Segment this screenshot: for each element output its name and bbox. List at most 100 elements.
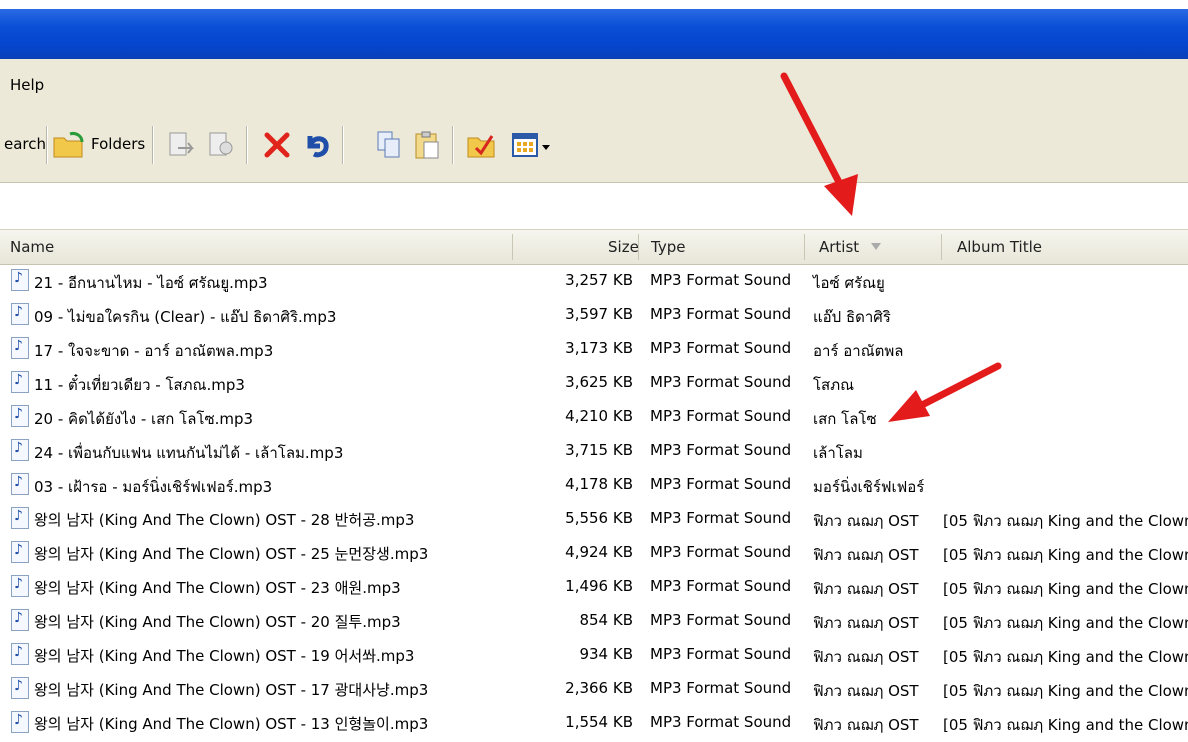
file-type: MP3 Format Sound [650,271,792,289]
file-size: 934 KB [579,645,633,663]
file-row[interactable]: 20 - คิดได้ยังไง - เสก โลโซ.mp3 4,210 KB… [0,402,1188,436]
file-row[interactable]: 03 - เฝ้ารอ - มอร์นิ่งเชิร์ฟเฟอร์.mp3 4,… [0,470,1188,504]
file-row[interactable]: 11 - ตั๋วเที่ยวเดียว - โสภณ.mp3 3,625 KB… [0,368,1188,402]
file-artist: ฟิภว ณฌฦ OST [813,648,919,666]
file-size: 2,366 KB [565,679,633,697]
file-album: [05 ฟิภว ณฌฦ King and the Clown] [943,682,1188,700]
toolbar-separator [152,126,154,164]
undo-icon[interactable] [302,130,332,160]
audio-file-icon [11,303,29,325]
views-icon[interactable] [510,130,540,160]
file-type: MP3 Format Sound [650,577,792,595]
file-row[interactable]: 왕의 남자 (King And The Clown) OST - 19 어서쏴.… [0,640,1188,674]
column-divider[interactable] [941,234,942,260]
file-artist: แอ๊ป ธิดาศิริ [813,308,891,326]
file-name: 왕의 남자 (King And The Clown) OST - 23 애원.m… [34,579,401,597]
sort-indicator-icon [871,243,881,250]
paste-icon[interactable] [412,130,442,160]
file-row[interactable]: 21 - อีกนานไหม - ไอซ์ ศรัณยู.mp3 3,257 K… [0,266,1188,300]
file-type: MP3 Format Sound [650,509,792,527]
file-name: 왕의 남자 (King And The Clown) OST - 19 어서쏴.… [34,647,415,665]
file-row[interactable]: 왕의 남자 (King And The Clown) OST - 20 질투.m… [0,606,1188,640]
file-album: [05 ฟิภว ณฌฦ King and the Clown] [943,648,1188,666]
file-size: 1,496 KB [565,577,633,595]
file-artist: เล้าโลม [813,444,863,462]
file-name: 03 - เฝ้ารอ - มอร์นิ่งเชิร์ฟเฟอร์.mp3 [34,478,273,496]
file-type: MP3 Format Sound [650,611,792,629]
views-dropdown-icon[interactable] [541,130,551,160]
file-album: [05 ฟิภว ณฌฦ King and the Clown] [943,546,1188,564]
file-size: 3,715 KB [565,441,633,459]
folders-icon[interactable] [52,130,86,160]
toolbar-separator [342,126,344,164]
audio-file-icon [11,541,29,563]
column-album[interactable]: Album Title [957,238,1042,256]
column-artist[interactable]: Artist [819,238,859,256]
file-size: 854 KB [579,611,633,629]
file-album: [05 ฟิภว ณฌฦ King and the Clown] [943,614,1188,632]
file-album: [05 ฟิภว ณฌฦ King and the Clown] [943,716,1188,734]
file-name: 09 - ไม่ขอใครกิน (Clear) - แอ๊ป ธิดาศิริ… [34,308,337,326]
column-divider[interactable] [804,234,805,260]
folder-options-icon[interactable] [466,130,496,160]
file-row[interactable]: 왕의 남자 (King And The Clown) OST - 25 눈먼장생… [0,538,1188,572]
file-name: 11 - ตั๋วเที่ยวเดียว - โสภณ.mp3 [34,376,245,394]
audio-file-icon [11,643,29,665]
file-name: 왕의 남자 (King And The Clown) OST - 28 반허공.… [34,511,415,529]
toolbar: earch Folders [0,108,1188,183]
file-type: MP3 Format Sound [650,543,792,561]
folders-button-label[interactable]: Folders [91,135,145,153]
file-size: 3,597 KB [565,305,633,323]
file-artist: ฟิภว ณฌฦ OST [813,546,919,564]
toolbar-separator [46,126,48,164]
file-type: MP3 Format Sound [650,679,792,697]
column-type[interactable]: Type [651,238,685,256]
file-type: MP3 Format Sound [650,305,792,323]
file-type: MP3 Format Sound [650,441,792,459]
audio-file-icon [11,473,29,495]
file-size: 3,625 KB [565,373,633,391]
audio-file-icon [11,575,29,597]
file-row[interactable]: 09 - ไม่ขอใครกิน (Clear) - แอ๊ป ธิดาศิริ… [0,300,1188,334]
toolbar-separator [452,126,454,164]
file-row[interactable]: 왕의 남자 (King And The Clown) OST - 23 애원.m… [0,572,1188,606]
file-artist: ฟิภว ณฌฦ OST [813,614,919,632]
file-row[interactable]: 왕의 남자 (King And The Clown) OST - 28 반허공.… [0,504,1188,538]
column-name[interactable]: Name [10,238,54,256]
column-divider[interactable] [638,234,639,260]
move-to-icon[interactable] [166,130,196,160]
audio-file-icon [11,609,29,631]
file-type: MP3 Format Sound [650,475,792,493]
file-row[interactable]: 24 - เพื่อนกับแฟน แทนกันไม่ได้ - เล้าโลม… [0,436,1188,470]
file-name: 왕의 남자 (King And The Clown) OST - 17 광대사냥… [34,681,429,699]
search-button-label[interactable]: earch [4,135,46,153]
file-artist: เสก โลโซ [813,410,877,428]
file-size: 4,924 KB [565,543,633,561]
top-strip [0,0,1188,9]
file-artist: ไอซ์ ศรัณยู [813,274,885,292]
window-titlebar[interactable] [0,9,1188,59]
column-divider[interactable] [512,234,513,260]
file-size: 5,556 KB [565,509,633,527]
audio-file-icon [11,677,29,699]
file-type: MP3 Format Sound [650,339,792,357]
copy-icon[interactable] [374,130,404,160]
file-size: 3,257 KB [565,271,633,289]
column-header: Name Size Type Artist Album Title [0,230,1188,265]
delete-icon[interactable] [262,130,292,160]
file-artist: ฟิภว ณฌฦ OST [813,716,919,734]
audio-file-icon [11,337,29,359]
file-size: 1,554 KB [565,713,633,731]
file-row[interactable]: 왕의 남자 (King And The Clown) OST - 13 인형놀이… [0,708,1188,742]
file-artist: ฟิภว ณฌฦ OST [813,512,919,530]
file-size: 3,173 KB [565,339,633,357]
address-bar[interactable] [0,183,1188,230]
file-name: 17 - ใจจะขาด - อาร์ อาณัตพล.mp3 [34,342,274,360]
menu-help[interactable]: Help [10,76,44,94]
file-artist: ฟิภว ณฌฦ OST [813,580,919,598]
file-row[interactable]: 17 - ใจจะขาด - อาร์ อาณัตพล.mp3 3,173 KB… [0,334,1188,368]
copy-to-icon[interactable] [206,130,236,160]
file-row[interactable]: 왕의 남자 (King And The Clown) OST - 17 광대사냥… [0,674,1188,708]
file-name: 왕의 남자 (King And The Clown) OST - 20 질투.m… [34,613,401,631]
column-size[interactable]: Size [608,238,639,256]
